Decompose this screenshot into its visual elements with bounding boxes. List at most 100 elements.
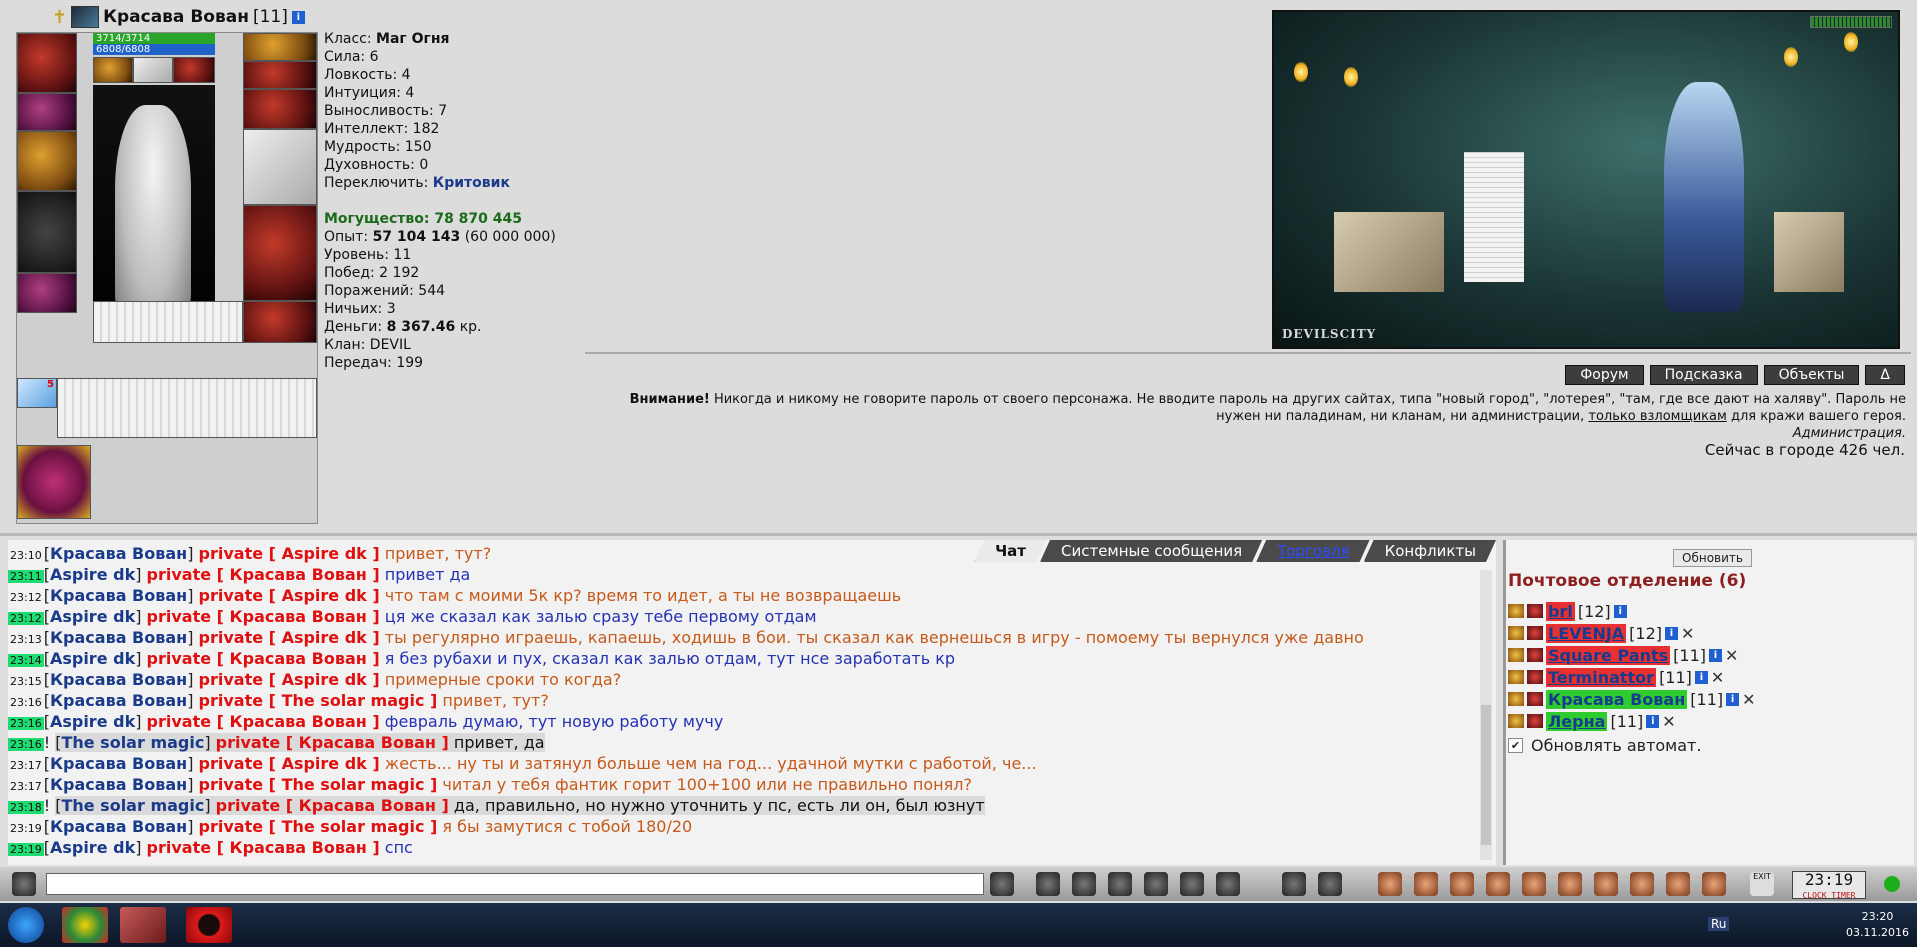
close-icon[interactable]: ✕ <box>1725 646 1738 665</box>
tab-conflicts[interactable]: Конфликты <box>1364 540 1496 562</box>
chat-sender[interactable]: Aspire dk <box>50 565 135 584</box>
flag-icon[interactable] <box>1702 872 1726 896</box>
chat-sender[interactable]: Красава Вован <box>50 544 187 563</box>
chat-time[interactable]: 23:10 <box>8 549 44 562</box>
info-icon[interactable]: i <box>1726 692 1740 706</box>
game-client-icon[interactable] <box>120 907 166 943</box>
clan-icon[interactable] <box>1486 872 1510 896</box>
chat-sender[interactable]: Красава Вован <box>50 670 187 689</box>
private-message-icon[interactable] <box>1508 692 1524 706</box>
system-clock[interactable]: 23:20 03.11.2016 <box>1846 909 1909 941</box>
chat-sender[interactable]: The solar magic <box>61 733 204 752</box>
chat-time[interactable]: 23:11 <box>8 570 44 583</box>
rune-slots[interactable] <box>93 301 243 343</box>
fight-icon[interactable] <box>1144 872 1168 896</box>
chat-sender[interactable]: Красава Вован <box>50 628 187 647</box>
pants-slot-icon[interactable] <box>243 205 317 301</box>
close-icon[interactable]: ✕ <box>1711 668 1724 687</box>
chat-time[interactable]: 23:16 <box>8 696 44 709</box>
game-clock[interactable]: 23:19 CLOCK TIMER <box>1792 871 1866 900</box>
chat-sender[interactable]: Красава Вован <box>50 586 187 605</box>
chat-time[interactable]: 23:16 <box>8 738 44 751</box>
helmet-slot-icon[interactable] <box>17 33 77 93</box>
switch-link[interactable]: Критовик <box>433 175 510 191</box>
info-icon[interactable]: i <box>1694 670 1708 684</box>
chat-time[interactable]: 23:19 <box>8 843 44 856</box>
chrome-icon[interactable] <box>62 907 108 943</box>
chat-private-tag[interactable]: private [ The solar magic ] <box>199 817 438 836</box>
hint-button[interactable]: Подсказка <box>1649 365 1758 385</box>
close-icon[interactable]: ✕ <box>1681 624 1694 643</box>
earring-slot-icon[interactable] <box>243 33 317 61</box>
smile-menu-icon[interactable] <box>12 872 36 896</box>
tab-trade[interactable]: Торговля <box>1256 540 1369 562</box>
info-icon[interactable]: i <box>1646 714 1660 728</box>
chat-time[interactable]: 23:19 <box>8 822 44 835</box>
send-icon[interactable] <box>990 872 1014 896</box>
filter-icon[interactable] <box>1072 872 1096 896</box>
user-name[interactable]: Square Pants <box>1546 645 1671 665</box>
inventory-icon[interactable] <box>1378 872 1402 896</box>
chat-sender[interactable]: The solar magic <box>61 796 204 815</box>
chat-private-tag[interactable]: private [ Aspire dk ] <box>199 628 380 647</box>
hackers-link[interactable]: только взломщикам <box>1588 409 1726 424</box>
ring-slot-2-icon[interactable] <box>173 57 215 83</box>
forum-button[interactable]: Форум <box>1565 365 1644 385</box>
chat-sender[interactable]: Aspire dk <box>50 712 135 731</box>
opera-icon[interactable] <box>186 907 232 943</box>
chat-sender[interactable]: Красава Вован <box>50 691 187 710</box>
info-icon[interactable]: i <box>291 10 305 24</box>
chat-sender[interactable]: Красава Вован <box>50 817 187 836</box>
exit-icon[interactable]: EXIT <box>1750 872 1774 896</box>
scrollbar-thumb[interactable] <box>1481 705 1491 845</box>
chat-time[interactable]: 23:13 <box>8 633 44 646</box>
tab-chat[interactable]: Чат <box>974 540 1046 562</box>
chat-time[interactable]: 23:15 <box>8 675 44 688</box>
chat-sender[interactable]: Красава Вован <box>50 775 187 794</box>
clear-icon[interactable] <box>1036 872 1060 896</box>
chat-private-tag[interactable]: private [ Красава Вован ] <box>147 712 380 731</box>
chat-sender[interactable]: Aspire dk <box>50 607 135 626</box>
info-icon[interactable]: i <box>1613 604 1627 618</box>
info-icon[interactable]: i <box>1665 626 1679 640</box>
close-icon[interactable]: ✕ <box>1742 690 1755 709</box>
pets-icon[interactable] <box>1666 872 1690 896</box>
user-name[interactable]: LEVENJA <box>1546 623 1627 643</box>
scroll-slots[interactable] <box>57 378 317 438</box>
chat-scrollbar[interactable] <box>1480 570 1492 860</box>
chat-input[interactable] <box>46 873 984 895</box>
chat-private-tag[interactable]: private [ Красава Вован ] <box>216 796 449 815</box>
refresh-button[interactable]: Обновить <box>1673 549 1752 567</box>
chat-private-tag[interactable]: private [ Красава Вован ] <box>147 607 380 626</box>
close-icon[interactable]: ✕ <box>1662 712 1675 731</box>
sound-icon[interactable] <box>1216 872 1240 896</box>
chat-time[interactable]: 23:14 <box>8 654 44 667</box>
chat-private-tag[interactable]: private [ Aspire dk ] <box>199 670 380 689</box>
private-message-icon[interactable] <box>1508 626 1524 640</box>
location-scene[interactable]: DEVILSCITY <box>1272 10 1900 349</box>
map-icon[interactable] <box>1558 872 1582 896</box>
info-icon[interactable]: i <box>1708 648 1722 662</box>
objects-button[interactable]: Объекты <box>1763 365 1860 385</box>
armor-slot-icon[interactable] <box>17 191 77 273</box>
language-indicator[interactable]: Ru <box>1708 917 1730 931</box>
skills-icon[interactable] <box>1414 872 1438 896</box>
user-name[interactable]: Terminattor <box>1546 667 1657 687</box>
private-message-icon[interactable] <box>1508 604 1524 618</box>
chat-time[interactable]: 23:17 <box>8 759 44 772</box>
chat-private-tag[interactable]: private [ Aspire dk ] <box>199 754 380 773</box>
postmaster-npc-icon[interactable] <box>1664 82 1744 312</box>
chat-time[interactable]: 23:12 <box>8 612 44 625</box>
chat-time[interactable]: 23:18 <box>8 801 44 814</box>
potion-slot-icon[interactable] <box>133 57 173 83</box>
mask-icon[interactable] <box>1594 872 1618 896</box>
tab-system[interactable]: Системные сообщения <box>1040 540 1262 562</box>
user-name[interactable]: brl <box>1546 601 1575 621</box>
chat-settings-icon[interactable] <box>1318 872 1342 896</box>
chat-private-tag[interactable]: private [ Красава Вован ] <box>147 565 380 584</box>
private-message-icon[interactable] <box>1508 648 1524 662</box>
chat-sender[interactable]: Aspire dk <box>50 649 135 668</box>
chat-sender[interactable]: Aspire dk <box>50 838 135 857</box>
weapon-slot-icon[interactable] <box>17 131 77 191</box>
chat-private-tag[interactable]: private [ Красава Вован ] <box>147 838 380 857</box>
